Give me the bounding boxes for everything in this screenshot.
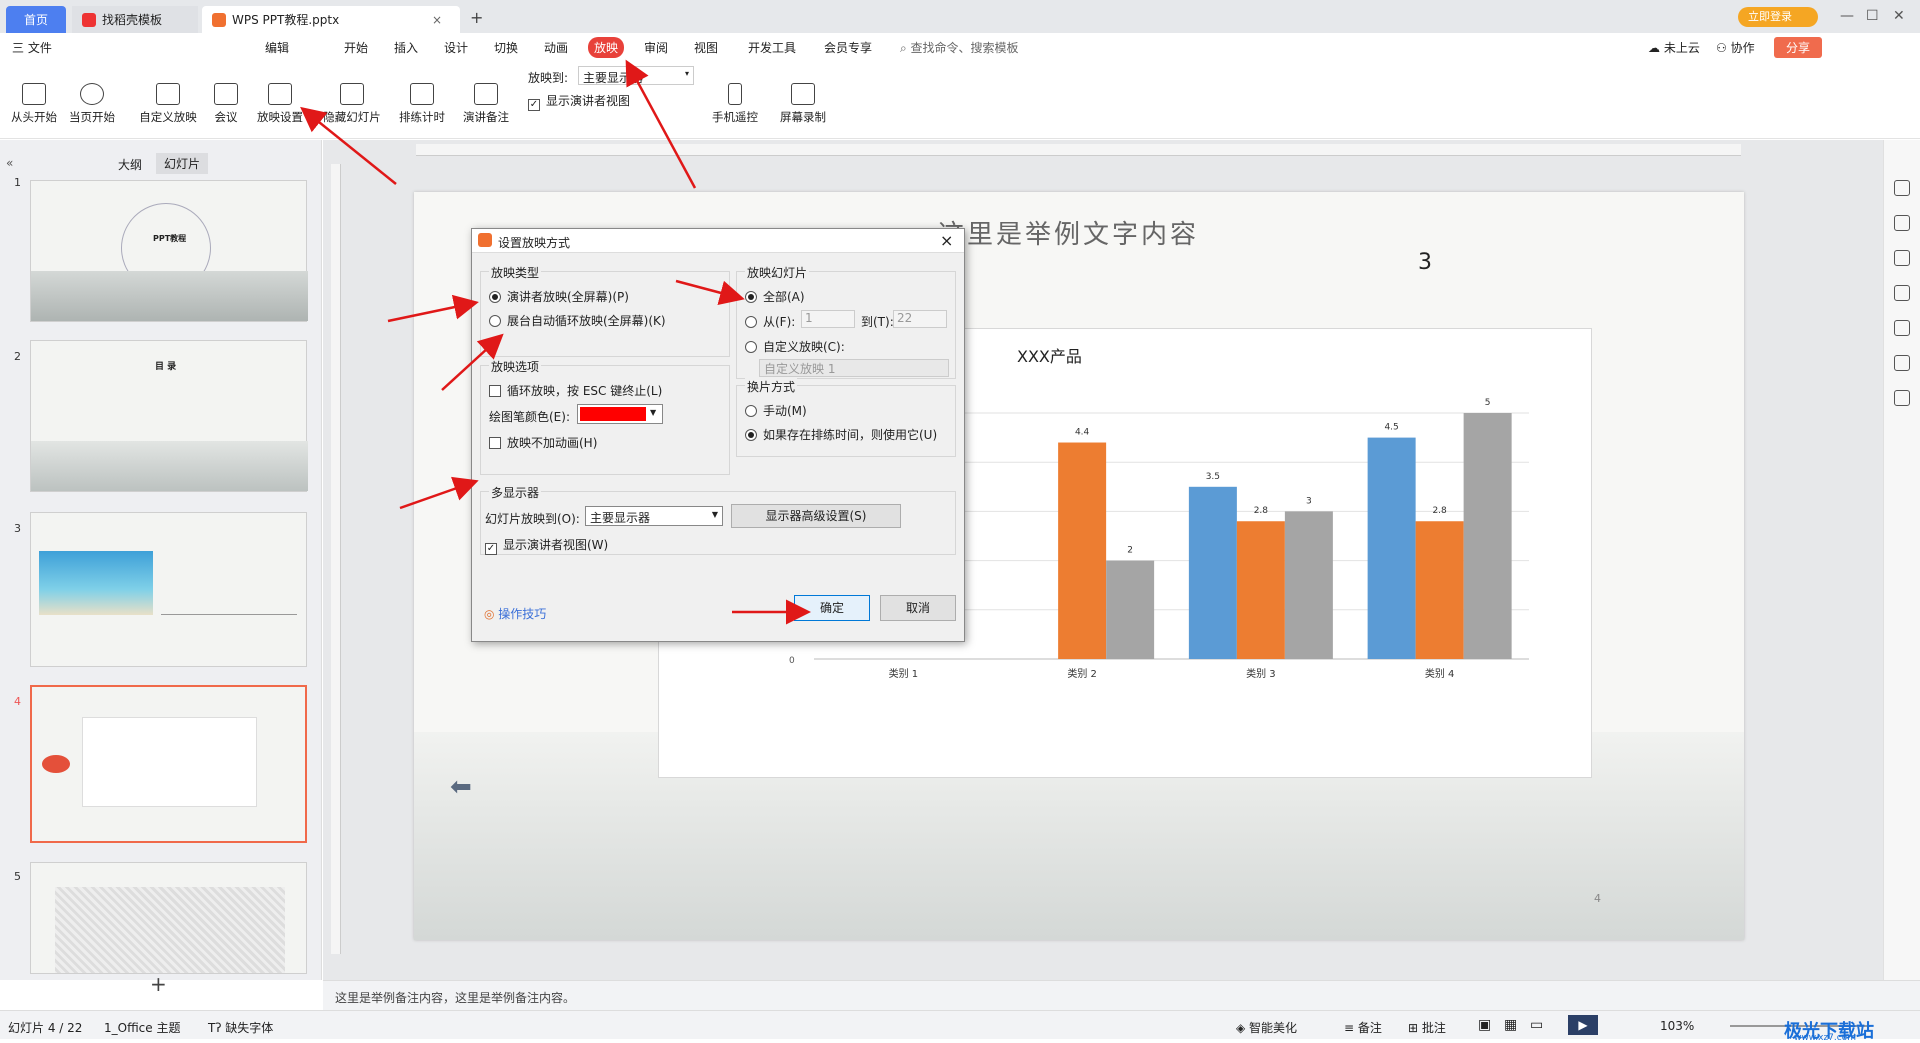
reading-view-icon[interactable]: ▭ xyxy=(1530,1017,1543,1033)
location-icon[interactable] xyxy=(1894,355,1910,371)
slide-counter: 幻灯片 4 / 22 xyxy=(8,1021,83,1035)
arrow-annotation xyxy=(441,333,504,391)
missing-font-label: 缺失字体 xyxy=(225,1021,274,1035)
normal-view-icon[interactable]: ▣ xyxy=(1478,1017,1491,1033)
comment-toggle[interactable]: ⊞ 批注 xyxy=(1408,1019,1446,1036)
arrow-annotation xyxy=(399,476,479,510)
arrow-annotation xyxy=(387,294,479,323)
missing-font[interactable]: Tʔ 缺失字体 xyxy=(208,1019,273,1036)
comment-icon: ⊞ xyxy=(1408,1021,1422,1035)
notes-icon: ≡ xyxy=(1344,1021,1358,1035)
status-bar: 幻灯片 4 / 22 1_Office 主题 Tʔ 缺失字体 ◈ 智能美化 ≡ … xyxy=(0,1010,1920,1043)
notes-text[interactable]: 这里是举例备注内容，这里是举例备注内容。 xyxy=(335,989,575,1006)
play-slideshow-icon[interactable]: ▶ xyxy=(1568,1015,1598,1035)
notes-toggle-label: 备注 xyxy=(1357,1021,1382,1035)
right-toolbar xyxy=(1883,140,1920,980)
image-icon[interactable] xyxy=(1894,320,1910,336)
beautify-label: 智能美化 xyxy=(1249,1021,1298,1035)
animation-icon[interactable] xyxy=(1894,180,1910,196)
arrow-annotation xyxy=(625,59,697,189)
theme-name[interactable]: 1_Office 主题 xyxy=(104,1019,180,1036)
arrow-annotation xyxy=(300,106,397,185)
smart-beautify-button[interactable]: ◈ 智能美化 xyxy=(1236,1019,1297,1036)
book-icon[interactable] xyxy=(1894,390,1910,406)
notes-toggle[interactable]: ≡ 备注 xyxy=(1344,1019,1382,1036)
star-icon[interactable] xyxy=(1894,250,1910,266)
notes-pane[interactable]: 这里是举例备注内容，这里是举例备注内容。 xyxy=(323,980,1920,1010)
watermark-url: www.xz7.com xyxy=(1794,1033,1856,1043)
annotation-arrows xyxy=(300,59,811,625)
font-icon: Tʔ xyxy=(208,1021,226,1035)
sorter-view-icon[interactable]: ▦ xyxy=(1504,1017,1517,1033)
properties-icon[interactable] xyxy=(1894,215,1910,231)
arrow-annotation xyxy=(675,279,745,305)
beautify-icon: ◈ xyxy=(1236,1021,1250,1035)
zoom-level[interactable]: 103% xyxy=(1660,1019,1694,1033)
transition-icon[interactable] xyxy=(1894,285,1910,301)
comment-toggle-label: 批注 xyxy=(1421,1021,1446,1035)
